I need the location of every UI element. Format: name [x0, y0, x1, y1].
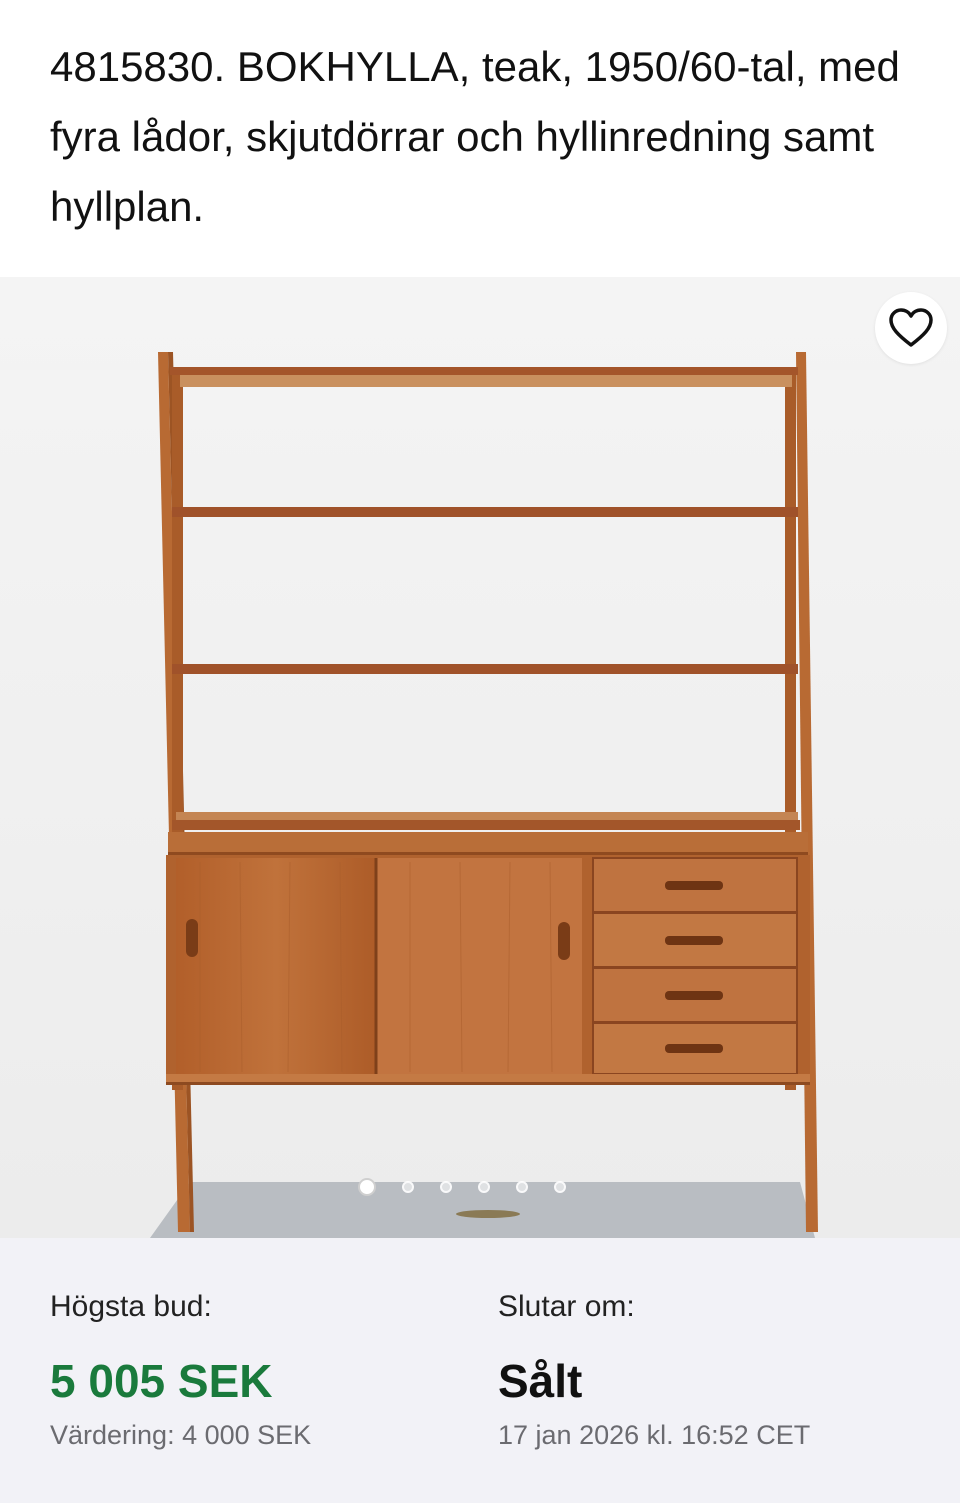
- carousel-indicator: [358, 1178, 566, 1196]
- highest-bid-value: 5 005 SEK: [50, 1355, 273, 1407]
- carousel-dot[interactable]: [554, 1181, 566, 1193]
- auction-status: Sålt: [498, 1355, 583, 1407]
- heart-outline-icon: [889, 308, 933, 347]
- carousel-dot[interactable]: [478, 1181, 490, 1193]
- listing-header: 4815830. BOKHYLLA, teak, 1950/60-tal, me…: [0, 0, 960, 277]
- bookshelf-photo: [0, 277, 960, 1238]
- favorite-button[interactable]: [875, 292, 947, 364]
- estimate-value: Värdering: 4 000 SEK: [50, 1420, 312, 1450]
- image-gallery[interactable]: [0, 277, 960, 1238]
- auction-info-panel: Högsta bud: 5 005 SEK Värdering: 4 000 S…: [0, 1238, 960, 1503]
- ends-label: Slutar om:: [498, 1290, 635, 1323]
- highest-bid-label: Högsta bud:: [50, 1290, 212, 1323]
- carousel-dot[interactable]: [358, 1178, 376, 1196]
- listing-title: 4815830. BOKHYLLA, teak, 1950/60-tal, me…: [50, 43, 900, 230]
- carousel-dot[interactable]: [402, 1181, 414, 1193]
- carousel-dot[interactable]: [516, 1181, 528, 1193]
- carousel-dot[interactable]: [440, 1181, 452, 1193]
- end-date: 17 jan 2026 kl. 16:52 CET: [498, 1420, 811, 1450]
